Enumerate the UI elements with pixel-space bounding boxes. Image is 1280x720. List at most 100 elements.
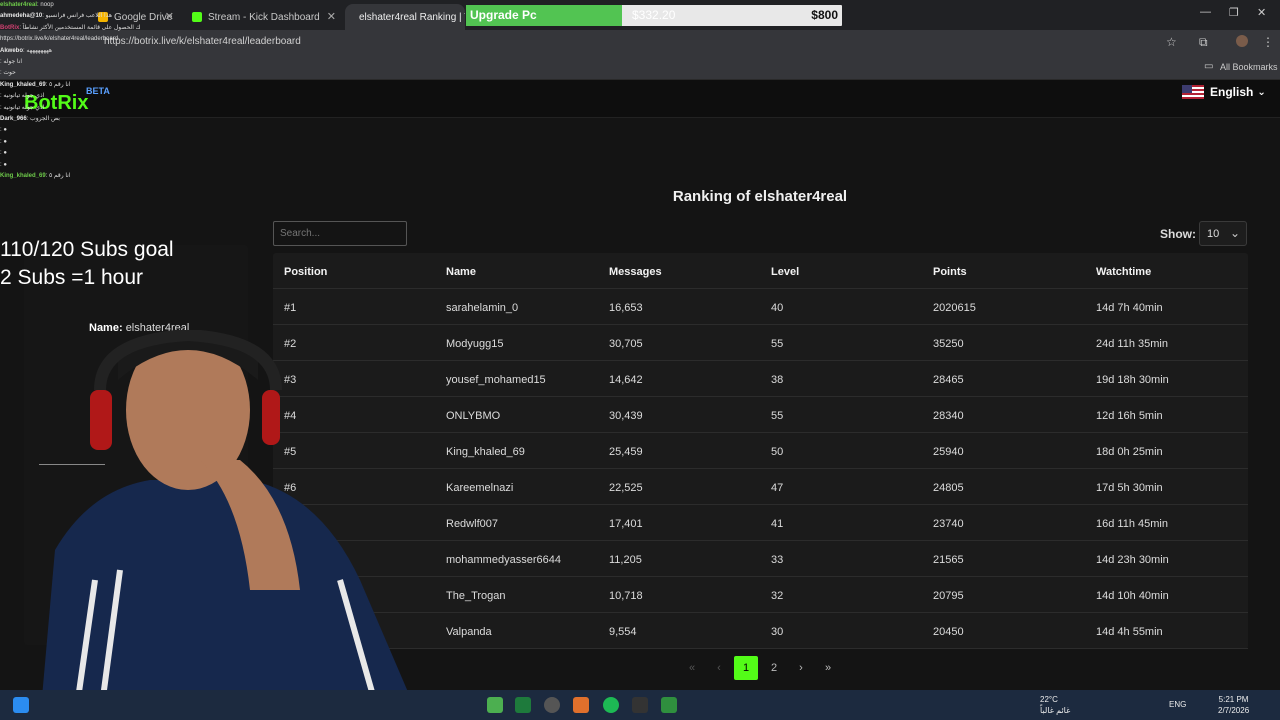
chat-text: : انا رقم ٥	[45, 173, 71, 180]
cell-name: mohammedyasser6644	[446, 554, 561, 566]
chevron-down-icon: ⌄	[1257, 86, 1266, 98]
upgrade-target: $800	[811, 8, 838, 22]
cell-messages: 30,705	[609, 338, 643, 350]
tab-kick-dashboard[interactable]: Stream - Kick Dashboard ✕	[184, 4, 344, 30]
chat-text: : انا رقم ٥	[45, 81, 71, 88]
cell-level: 50	[771, 446, 784, 458]
page-2-button[interactable]: 2	[762, 656, 786, 680]
cell-watchtime: 14d 7h 40min	[1096, 302, 1163, 314]
subs-goal-line1: 110/120 Subs goal	[0, 238, 174, 261]
app-icon[interactable]	[573, 697, 589, 713]
chat-message: : انا جوله	[0, 57, 140, 68]
address-bar: https://botrix.live/k/elshater4real/lead…	[0, 30, 1280, 56]
chat-text: : بص الجروب	[26, 116, 60, 123]
headset-earcup-left	[90, 390, 112, 450]
window-close-icon[interactable]: ✕	[1257, 6, 1266, 19]
chat-message: : اذي جوله تيانونيه	[0, 103, 140, 114]
chat-message: King_khaled_69: انا رقم ٥	[0, 171, 140, 182]
spotify-icon[interactable]	[603, 697, 619, 713]
chat-text: : ●	[0, 138, 7, 145]
chat-username: BotRix	[0, 24, 20, 31]
chat-text: : انا جوله	[0, 59, 23, 66]
chat-message: : حوت	[0, 68, 140, 79]
cell-points: 23740	[933, 518, 964, 530]
cell-points: 20795	[933, 590, 964, 602]
column-header-position: Position	[284, 266, 328, 278]
all-bookmarks[interactable]: All Bookmarks	[1220, 62, 1278, 72]
chat-message: King_khaled_69: انا رقم ٥	[0, 80, 140, 91]
minecraft-icon[interactable]	[487, 697, 503, 713]
chat-message: ahmedeha@10: هذا اللاعب فرانس فرانسيو	[0, 11, 140, 22]
cell-points: 24805	[933, 482, 964, 494]
cell-name: Valpanda	[446, 626, 492, 638]
cell-watchtime: 18d 0h 25min	[1096, 446, 1163, 458]
chat-username: Dark_966	[0, 116, 27, 123]
cell-position: #1	[284, 302, 297, 314]
maximize-icon[interactable]: ❐	[1229, 6, 1239, 19]
notes-icon[interactable]	[661, 697, 677, 713]
system-clock[interactable]: 5:21 PM 2/7/2026	[1218, 694, 1249, 716]
chat-username: elshater4real	[0, 2, 38, 8]
language-selector[interactable]: English ⌄	[1182, 85, 1266, 99]
menu-icon[interactable]: ⋮	[1262, 35, 1274, 49]
star-icon[interactable]: ☆	[1166, 35, 1177, 49]
prev-page-icon[interactable]: ‹	[707, 656, 731, 680]
first-page-icon[interactable]: «	[680, 656, 704, 680]
temperature: 22°C	[1040, 695, 1058, 704]
last-page-icon[interactable]: »	[816, 656, 840, 680]
cell-points: 21565	[933, 554, 964, 566]
tab-leaderboard[interactable]: elshater4real Ranking | The I	[345, 4, 465, 30]
cell-watchtime: 17d 5h 30min	[1096, 482, 1163, 494]
subs-goal-line2: 2 Subs =1 hour	[0, 266, 144, 289]
epic-games-icon[interactable]	[632, 697, 648, 713]
table-row[interactable]: #1 sarahelamin_0 16,653 40 2020615 14d 7h 40m…	[273, 289, 1248, 325]
windows-start-icon[interactable]	[13, 697, 29, 713]
cell-name: Modyugg15	[446, 338, 504, 350]
chat-text: : ●	[0, 150, 7, 157]
kick-icon	[192, 12, 202, 22]
next-page-icon[interactable]: ›	[789, 656, 813, 680]
cell-name: The_Trogan	[446, 590, 506, 602]
chevron-down-icon: ⌄	[1229, 226, 1240, 240]
cell-watchtime: 14d 4h 55min	[1096, 626, 1163, 638]
search-input[interactable]	[273, 221, 407, 246]
page-size-value: 10	[1207, 228, 1220, 240]
chat-message: : ●	[0, 148, 140, 159]
chat-text: : noop	[37, 2, 54, 8]
cell-name: Redwlf007	[446, 518, 498, 530]
chat-message: BotRix: يمكنك الحصول على قائمة المستخدمي…	[0, 23, 140, 34]
cell-level: 38	[771, 374, 784, 386]
cell-points: 20450	[933, 626, 964, 638]
chat-text: : ●	[0, 127, 7, 134]
chat-message: : ●	[0, 125, 140, 136]
extensions-icon[interactable]: ⧉	[1199, 35, 1208, 50]
chat-text: : حوت	[0, 70, 16, 77]
weather-widget[interactable]: 22°C غائم غالباً	[1040, 694, 1070, 716]
chat-text: : اذي جوله تيانونيه	[0, 93, 45, 100]
input-language[interactable]: ENG	[1169, 700, 1186, 709]
cell-watchtime: 16d 11h 45min	[1096, 518, 1168, 530]
excel-icon[interactable]	[515, 697, 531, 713]
page-1-button[interactable]: 1	[734, 656, 758, 680]
tab-label: elshater4real Ranking | The I	[359, 11, 465, 23]
folder-icon: ▭	[1204, 61, 1214, 72]
site-header	[0, 80, 1280, 118]
page-size-select[interactable]: 10 ⌄	[1199, 221, 1247, 246]
cell-points: 28465	[933, 374, 964, 386]
close-icon[interactable]: ✕	[327, 10, 336, 23]
us-flag-icon	[1182, 85, 1204, 99]
clock-date: 2/7/2026	[1218, 706, 1250, 715]
chat-text: : اذي جوله تيانونيه	[0, 104, 45, 111]
chrome-icon[interactable]	[544, 697, 560, 713]
cell-name: sarahelamin_0	[446, 302, 519, 314]
column-header-level: Level	[771, 266, 800, 278]
cell-messages: 9,554	[609, 626, 637, 638]
cell-messages: 14,642	[609, 374, 643, 386]
cell-name: ONLYBMO	[446, 410, 501, 422]
cell-watchtime: 14d 23h 30min	[1096, 554, 1169, 566]
close-icon[interactable]: ✕	[165, 10, 174, 23]
minimize-icon[interactable]: —	[1200, 6, 1211, 18]
avatar[interactable]	[1236, 35, 1248, 47]
column-header-watchtime: Watchtime	[1096, 266, 1152, 278]
language-label: English	[1210, 85, 1254, 99]
